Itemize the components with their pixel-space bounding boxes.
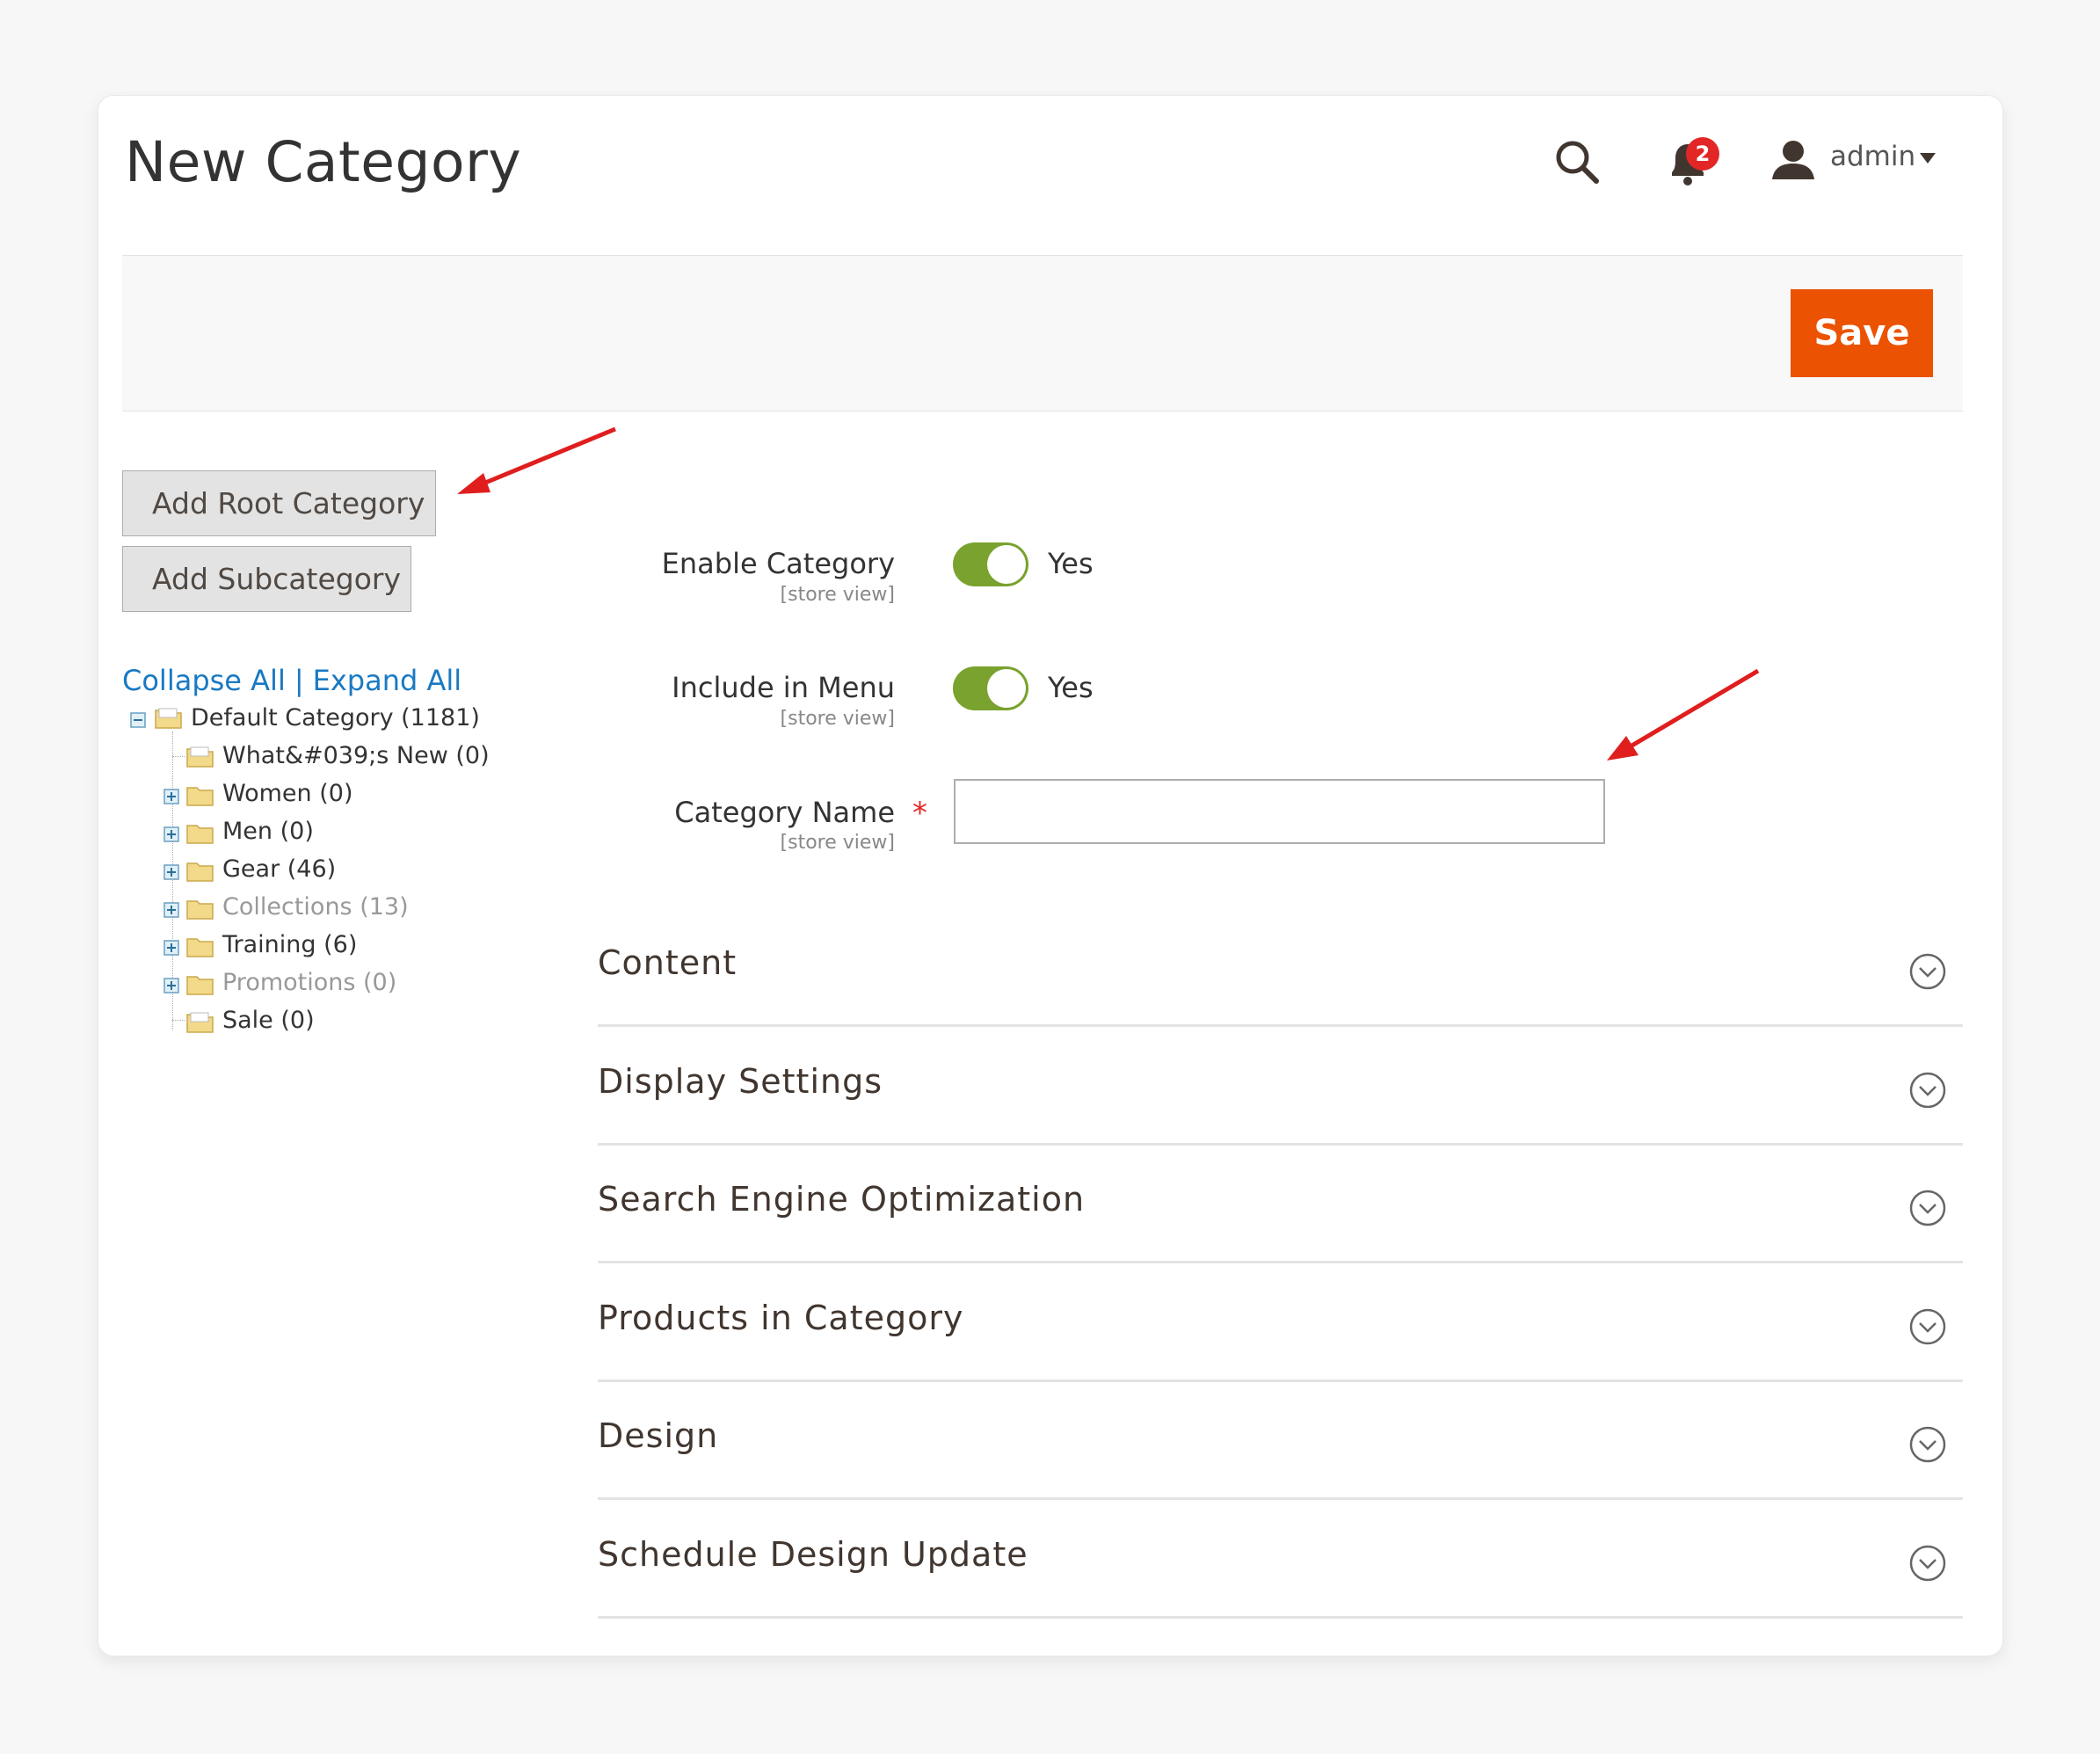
folder-icon — [186, 787, 214, 806]
folder-icon — [186, 938, 214, 957]
section-seo[interactable]: Search Engine Optimization — [598, 1143, 1963, 1263]
section-design[interactable]: Design — [598, 1379, 1963, 1500]
caret-down-icon[interactable] — [1920, 153, 1936, 164]
toggle-knob — [987, 669, 1026, 708]
tree-expand-icon[interactable] — [163, 826, 179, 842]
enable-category-scope: [store view] — [780, 584, 895, 606]
tree-connector — [172, 756, 185, 757]
section-schedule-design-update[interactable]: Schedule Design Update — [598, 1498, 1963, 1619]
expand-all-link[interactable]: Expand All — [313, 664, 462, 697]
enable-category-value: Yes — [1048, 547, 1094, 580]
include-in-menu-value: Yes — [1048, 671, 1094, 704]
section-products-in-category[interactable]: Products in Category — [598, 1262, 1963, 1382]
tree-item[interactable]: Gear (46) — [222, 855, 336, 883]
tree-expand-icon[interactable] — [163, 864, 179, 880]
section-title: Search Engine Optimization — [598, 1180, 1086, 1219]
include-in-menu-label: Include in Menu — [672, 671, 895, 704]
notification-badge[interactable]: 2 — [1686, 137, 1719, 171]
folder-open-icon — [186, 1012, 214, 1033]
category-name-input[interactable] — [954, 779, 1605, 844]
page-actions-bar — [122, 255, 1963, 411]
folder-icon — [186, 976, 214, 995]
user-menu-label[interactable]: admin — [1830, 141, 1915, 172]
chevron-down-icon — [1909, 1308, 1946, 1345]
section-display-settings[interactable]: Display Settings — [598, 1025, 1963, 1146]
search-icon[interactable] — [1554, 139, 1600, 185]
folder-icon — [186, 900, 214, 920]
tree-expand-icon[interactable] — [163, 902, 179, 918]
toggle-knob — [987, 545, 1026, 584]
add-subcategory-button[interactable]: Add Subcategory — [122, 546, 411, 612]
folder-open-icon — [155, 708, 182, 729]
section-title: Products in Category — [598, 1299, 964, 1337]
tree-expand-icon[interactable] — [163, 789, 179, 804]
include-in-menu-scope: [store view] — [780, 708, 895, 730]
tree-item[interactable]: Women (0) — [222, 780, 353, 807]
page-title: New Category — [125, 130, 522, 194]
enable-category-label: Enable Category — [661, 547, 895, 580]
tree-item[interactable]: Collections (13) — [222, 893, 409, 921]
tree-item[interactable]: Men (0) — [222, 818, 314, 845]
folder-icon — [186, 825, 214, 844]
tree-expand-icon[interactable] — [163, 978, 179, 993]
section-title: Display Settings — [598, 1062, 883, 1101]
section-content[interactable]: Content — [598, 906, 1963, 1027]
chevron-down-icon — [1909, 953, 1946, 990]
annotation-arrow — [1607, 668, 1760, 761]
folder-open-icon — [186, 746, 214, 768]
category-name-scope: [store view] — [780, 832, 895, 854]
tree-item-root[interactable]: Default Category (1181) — [191, 704, 480, 731]
user-icon[interactable] — [1770, 139, 1816, 181]
collapse-all-link[interactable]: Collapse All — [122, 664, 286, 697]
tree-expand-icon[interactable] — [163, 940, 179, 956]
folder-icon — [186, 862, 214, 882]
section-title: Schedule Design Update — [598, 1535, 1028, 1574]
chevron-down-icon — [1909, 1072, 1946, 1109]
tree-connector — [172, 1020, 185, 1021]
required-indicator: * — [912, 796, 927, 831]
section-title: Design — [598, 1416, 719, 1455]
chevron-down-icon — [1909, 1190, 1946, 1226]
chevron-down-icon — [1909, 1545, 1946, 1582]
category-name-label: Category Name — [674, 796, 895, 829]
enable-category-toggle[interactable] — [953, 542, 1028, 586]
tree-collapse-icon[interactable] — [130, 712, 146, 728]
chevron-down-icon — [1909, 1426, 1946, 1463]
save-button[interactable]: Save — [1791, 289, 1933, 377]
tree-item[interactable]: Training (6) — [222, 931, 357, 958]
tree-item[interactable]: Promotions (0) — [222, 969, 396, 996]
annotation-arrow — [457, 426, 616, 494]
tree-item[interactable]: Sale (0) — [222, 1007, 315, 1034]
tree-item[interactable]: What&#039;s New (0) — [222, 742, 490, 769]
include-in-menu-toggle[interactable] — [953, 666, 1028, 710]
tree-controls-separator: | — [294, 664, 304, 697]
tree-controls: Collapse All | Expand All — [122, 664, 461, 697]
add-root-category-button[interactable]: Add Root Category — [122, 470, 436, 536]
section-title: Content — [598, 943, 738, 982]
